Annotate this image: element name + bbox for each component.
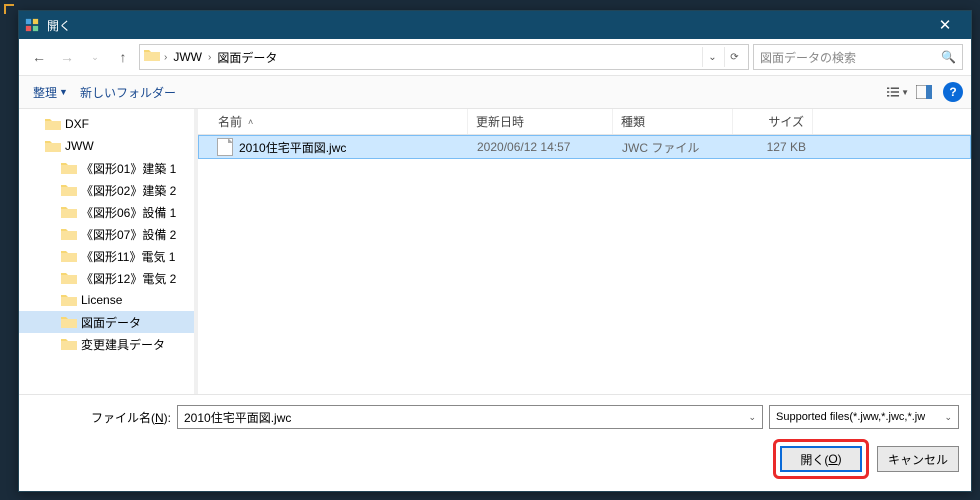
chevron-right-icon: › [208,52,211,63]
footer: ファイル名(N): 2010住宅平面図.jwc ⌄ Supported file… [19,394,971,491]
tree-item[interactable]: 変更建具データ [19,333,194,355]
file-type: JWC ファイル [614,139,734,156]
address-bar[interactable]: › JWW › 図面データ ⌄ ⟳ [139,44,749,70]
forward-button: → [55,45,79,69]
back-button[interactable]: ← [27,45,51,69]
tree-item-label: 《図形06》設備 1 [81,204,176,221]
up-button[interactable]: ↑ [111,45,135,69]
help-button[interactable]: ? [943,82,963,102]
filename-value: 2010住宅平面図.jwc [184,409,291,426]
cancel-button[interactable]: キャンセル [877,446,959,472]
organize-label: 整理 [33,84,57,101]
column-headers: 名前 ˄ 更新日時 種類 サイズ [198,109,971,135]
search-placeholder: 図面データの検索 [760,49,937,66]
tree-item[interactable]: 《図形01》建築 1 [19,157,194,179]
column-header-date[interactable]: 更新日時 [468,109,613,134]
folder-tree[interactable]: DXF JWW 《図形01》建築 1 《図形02》建築 2 《図形06》設備 1 《図形0… [19,109,194,394]
file-row[interactable]: 2010住宅平面図.jwc 2020/06/12 14:57JWC ファイル127… [198,135,971,159]
organize-menu[interactable]: 整理 ▼ [27,80,74,105]
file-list[interactable]: 2010住宅平面図.jwc 2020/06/12 14:57JWC ファイル127… [198,135,971,394]
screenshot-corner-marker [4,4,14,14]
button-row: 開く(O) キャンセル [31,439,959,479]
tree-item-label: JWW [65,139,94,153]
new-folder-button[interactable]: 新しいフォルダー [74,80,182,105]
tree-item[interactable]: 《図形06》設備 1 [19,201,194,223]
tree-item-label: 《図形01》建築 1 [81,160,176,177]
file-pane: 名前 ˄ 更新日時 種類 サイズ 2010住宅平面図.jwc 2020/06/12… [198,109,971,394]
open-button[interactable]: 開く(O) [780,446,862,472]
column-header-type[interactable]: 種類 [613,109,733,134]
toolbar: 整理 ▼ 新しいフォルダー ▼ ? [19,75,971,109]
tree-item-label: 《図形07》設備 2 [81,226,176,243]
tree-item[interactable]: DXF [19,113,194,135]
close-button[interactable]: ✕ [925,11,965,39]
view-options-button[interactable]: ▼ [887,81,909,103]
tree-item-label: 変更建具データ [81,336,165,353]
chevron-down-icon: ▼ [59,87,68,97]
chevron-down-icon: ▼ [901,88,909,97]
search-input[interactable]: 図面データの検索 🔍 [753,44,963,70]
recent-dropdown[interactable]: ⌄ [83,45,107,69]
tree-item[interactable]: 《図形11》電気 1 [19,245,194,267]
file-icon [217,138,233,156]
file-type-value: Supported files(*.jww,*.jwc,*.jw [776,411,925,423]
window-title: 開く [47,17,925,34]
tree-item-label: License [81,293,122,307]
file-type-select[interactable]: Supported files(*.jww,*.jwc,*.jw ⌄ [769,405,959,429]
search-icon: 🔍 [941,50,956,64]
refresh-button[interactable]: ⟳ [724,47,744,67]
tree-item-label: 《図形02》建築 2 [81,182,176,199]
column-header-name[interactable]: 名前 ˄ [198,109,468,134]
filename-label: ファイル名(N): [31,409,171,426]
tree-item-label: 《図形11》電気 1 [81,248,175,265]
chevron-right-icon: › [164,52,167,63]
filename-row: ファイル名(N): 2010住宅平面図.jwc ⌄ Supported file… [31,405,959,429]
chevron-down-icon: ⌄ [748,412,756,423]
tree-item-label: DXF [65,117,89,131]
tree-item[interactable]: 図面データ [19,311,194,333]
breadcrumb-jww[interactable]: JWW [169,50,206,64]
nav-bar: ← → ⌄ ↑ › JWW › 図面データ ⌄ ⟳ 図面データの検索 🔍 [19,39,971,75]
tree-item[interactable]: License [19,289,194,311]
sort-asc-icon: ˄ [248,117,253,127]
file-date: 2020/06/12 14:57 [469,140,614,154]
address-history-dropdown[interactable]: ⌄ [702,47,722,67]
open-button-highlight: 開く(O) [773,439,869,479]
tree-item[interactable]: 《図形12》電気 2 [19,267,194,289]
tree-item[interactable]: JWW [19,135,194,157]
preview-pane-button[interactable] [913,81,935,103]
new-folder-label: 新しいフォルダー [80,84,176,101]
tree-item-label: 《図形12》電気 2 [81,270,176,287]
file-name: 2010住宅平面図.jwc [239,139,346,156]
app-icon [25,18,39,32]
folder-icon [144,48,162,66]
dialog-body: DXF JWW 《図形01》建築 1 《図形02》建築 2 《図形06》設備 1 《図形0… [19,109,971,394]
breadcrumb-current[interactable]: 図面データ [213,49,281,66]
titlebar: 開く ✕ [19,11,971,39]
file-size: 127 KB [734,140,814,154]
tree-item[interactable]: 《図形07》設備 2 [19,223,194,245]
column-header-size[interactable]: サイズ [733,109,813,134]
tree-item-label: 図面データ [81,314,141,331]
chevron-down-icon: ⌄ [940,412,952,423]
filename-input[interactable]: 2010住宅平面図.jwc ⌄ [177,405,763,429]
tree-item[interactable]: 《図形02》建築 2 [19,179,194,201]
open-file-dialog: 開く ✕ ← → ⌄ ↑ › JWW › 図面データ ⌄ ⟳ 図面データの検索 … [18,10,972,492]
